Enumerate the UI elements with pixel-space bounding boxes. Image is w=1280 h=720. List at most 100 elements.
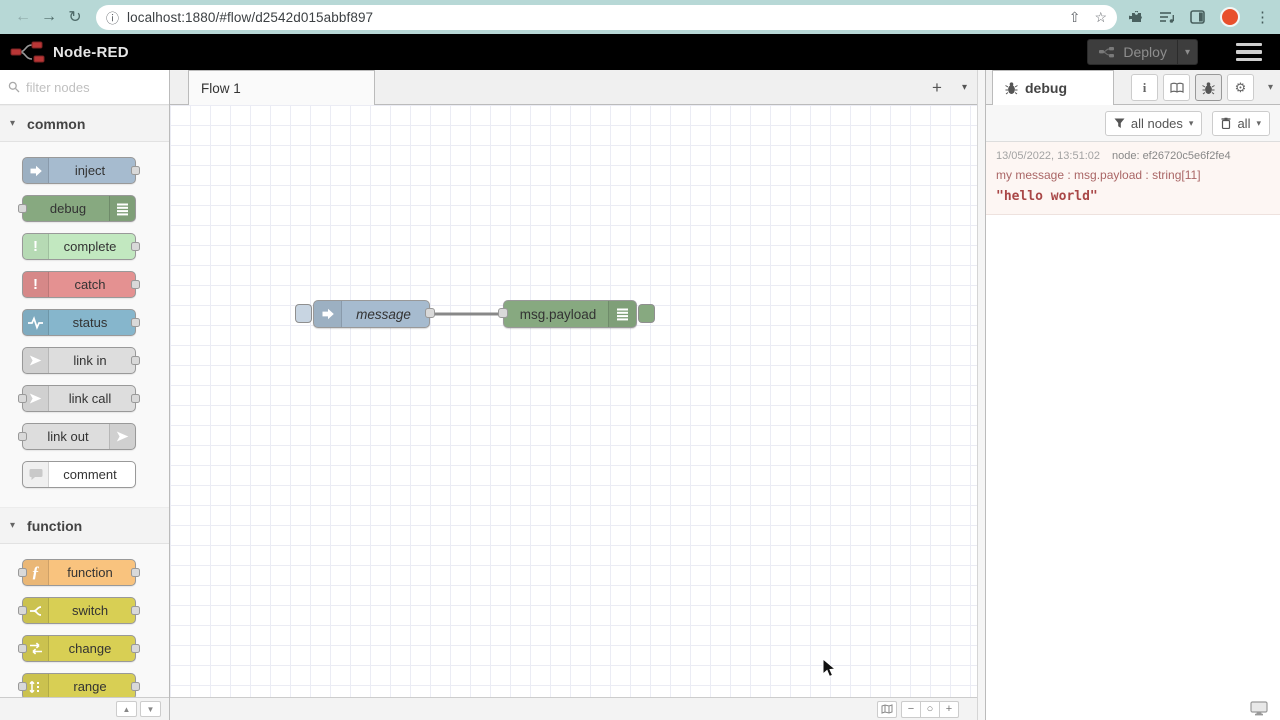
site-info-icon[interactable]: ⓘ [106,8,119,27]
palette-node-comment[interactable]: comment [22,461,136,488]
debug-messages-icon[interactable] [1195,74,1222,101]
funnel-icon [1114,118,1125,129]
share-icon[interactable]: ⇧ [1069,9,1081,26]
debug-bug-icon [1005,81,1018,95]
node-red-logo-icon: Node-RED [10,41,129,63]
deploy-button[interactable]: Deploy ▾ [1087,39,1198,65]
port[interactable] [18,432,27,441]
port[interactable] [131,242,140,251]
profile-avatar[interactable] [1220,7,1240,27]
extensions-icon[interactable] [1129,10,1144,25]
back-icon[interactable]: ← [10,8,36,26]
main-menu-icon[interactable] [1236,43,1262,62]
bookmark-star-icon[interactable]: ☆ [1094,9,1107,26]
filter-nodes-input[interactable] [26,80,146,95]
inject-button[interactable] [295,304,312,323]
debug-toggle-button[interactable] [638,304,655,323]
inject-arrow-icon [314,301,342,327]
forward-icon[interactable]: → [36,8,62,26]
inject-arrow-icon [23,158,49,183]
palette-node-link-out[interactable]: link out [22,423,136,450]
config-gear-icon[interactable]: ⚙ [1227,74,1254,101]
palette-node-debug[interactable]: debug [22,195,136,222]
palette-node-switch[interactable]: switch [22,597,136,624]
flow-node-message[interactable]: message [313,300,430,328]
palette-expand-all-button[interactable]: ▼ [140,701,161,717]
mouse-cursor [822,658,838,680]
flow-tab[interactable]: Flow 1 [188,70,375,105]
menu-dots-icon[interactable]: ⋮ [1255,8,1270,26]
port[interactable] [18,568,27,577]
debug-message-list: 13/05/2022, 13:51:02node: ef26720c5e6f2f… [986,142,1280,720]
palette-search[interactable] [0,70,169,105]
info-icon[interactable]: i [1131,74,1158,101]
debug-list-icon [109,196,135,221]
palette-node-complete[interactable]: !complete [22,233,136,260]
port[interactable] [131,568,140,577]
debug-message[interactable]: 13/05/2022, 13:51:02node: ef26720c5e6f2f… [986,142,1280,215]
port[interactable] [18,606,27,615]
palette-node-inject[interactable]: inject [22,157,136,184]
sidebar-menu-caret[interactable]: ▾ [1268,82,1273,93]
port[interactable] [131,606,140,615]
exclamation-icon: ! [23,272,49,297]
exclamation-icon: ! [23,234,49,259]
port[interactable] [131,394,140,403]
port[interactable] [131,280,140,289]
chevron-down-icon: ▾ [10,520,15,531]
zoom-in-button[interactable]: + [939,701,959,718]
port[interactable] [18,644,27,653]
palette-node-range[interactable]: range [22,673,136,700]
category-header-function[interactable]: ▾function [0,507,169,544]
flow-list-caret[interactable]: ▾ [962,82,967,93]
flow-canvas[interactable]: message msg.payload [170,105,977,697]
address-bar[interactable]: ⓘ localhost:1880/#flow/d2542d015abbf897 … [96,5,1117,30]
filter-nodes-button[interactable]: all nodes ▾ [1105,111,1203,136]
browser-chrome: ← → ↻ ⓘ localhost:1880/#flow/d2542d015ab… [0,0,1280,34]
port[interactable] [131,356,140,365]
port[interactable] [425,308,435,318]
palette-collapse-all-button[interactable]: ▲ [116,701,137,717]
palette-node-link-call[interactable]: link call [22,385,136,412]
palette-footer: ▲ ▼ [0,697,169,720]
deploy-label: Deploy [1123,44,1167,60]
port[interactable] [131,318,140,327]
search-icon [8,81,20,93]
link-plane-icon [23,348,49,373]
app-title: Node-RED [53,44,129,61]
deploy-options-caret[interactable]: ▾ [1177,40,1197,64]
help-book-icon[interactable] [1163,74,1190,101]
port[interactable] [498,308,508,318]
sidebar-splitter[interactable] [977,70,985,720]
sidebar-tabbar: debug i ⚙ ▾ [986,70,1280,105]
port[interactable] [18,682,27,691]
node-red-app: ← → ↻ ⓘ localhost:1880/#flow/d2542d015ab… [0,0,1280,720]
add-flow-button[interactable]: + [932,78,942,98]
port[interactable] [18,204,27,213]
port[interactable] [131,682,140,691]
zoom-out-button[interactable]: − [901,701,921,718]
zoom-reset-button[interactable]: ○ [920,701,940,718]
palette-node-change[interactable]: change [22,635,136,662]
comment-bubble-icon [23,462,49,487]
url-text[interactable]: localhost:1880/#flow/d2542d015abbf897 [127,10,1055,25]
sidebar-tab-label: debug [1025,80,1067,96]
side-panel-icon[interactable] [1190,10,1205,24]
category-header-common[interactable]: ▾common [0,105,169,142]
clear-messages-button[interactable]: all ▾ [1212,111,1270,136]
navigator-icon[interactable] [877,701,897,718]
palette-node-status[interactable]: status [22,309,136,336]
palette-node-catch[interactable]: !catch [22,271,136,298]
reload-icon[interactable]: ↻ [62,7,88,27]
flow-node-msg-payload[interactable]: msg.payload [503,300,637,328]
port[interactable] [131,644,140,653]
filter-nodes-label: all nodes [1131,116,1183,131]
reading-list-icon[interactable] [1159,10,1175,24]
node-palette: ▾common inject debug !complete !catch status l… [0,70,170,720]
port[interactable] [18,394,27,403]
tab-debug[interactable]: debug [992,70,1114,105]
console-toggle-icon[interactable] [1250,701,1268,716]
palette-node-function[interactable]: ƒfunction [22,559,136,586]
palette-node-link-in[interactable]: link in [22,347,136,374]
port[interactable] [131,166,140,175]
